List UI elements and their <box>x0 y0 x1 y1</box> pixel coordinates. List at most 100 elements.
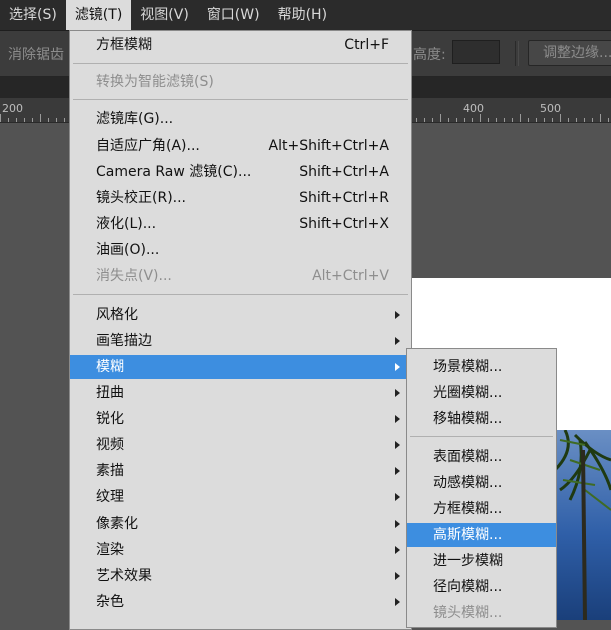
height-input[interactable] <box>452 40 500 64</box>
ruler-tick <box>544 118 545 122</box>
menu-filter[interactable]: 滤镜(T) <box>65 0 132 30</box>
menu-item-label: 模糊 <box>96 359 124 375</box>
menu-help[interactable]: 帮助(H) <box>269 0 336 30</box>
ruler-tick <box>8 118 9 122</box>
menu-item-shortcut: Alt+Shift+Ctrl+A <box>268 138 389 154</box>
submenu-arrow-icon <box>395 546 400 554</box>
ruler-tick <box>64 118 65 122</box>
submenu-arrow-icon <box>395 493 400 501</box>
menu-item-adaptive-wide-angle[interactable]: 自适应广角(A)... Alt+Shift+Ctrl+A <box>70 134 411 158</box>
menu-item-convert-smart-filter[interactable]: 转换为智能滤镜(S) <box>70 70 411 94</box>
menu-item-sketch[interactable]: 素描 <box>70 459 411 483</box>
menu-item-label: 镜头模糊... <box>433 605 503 621</box>
submenu-item-motion-blur[interactable]: 动感模糊... <box>407 471 556 495</box>
ruler-tick <box>584 118 585 122</box>
menu-item-shortcut: Shift+Ctrl+R <box>299 190 389 206</box>
ruler-tick <box>24 118 25 122</box>
submenu-item-tilt-shift[interactable]: 移轴模糊... <box>407 407 556 431</box>
menu-item-label: 移轴模糊... <box>433 411 503 427</box>
ruler-tick <box>480 114 481 122</box>
ruler-tick <box>576 118 577 122</box>
menu-separator <box>410 436 553 437</box>
menu-item-blur[interactable]: 模糊 <box>70 355 411 379</box>
menu-item-label: 素描 <box>96 463 124 479</box>
ruler-tick <box>0 114 1 122</box>
ruler-label: 200 <box>2 102 23 115</box>
menu-item-video[interactable]: 视频 <box>70 433 411 457</box>
submenu-item-field-blur[interactable]: 场景模糊... <box>407 355 556 379</box>
height-label: 高度: <box>413 47 446 63</box>
ruler-label: 500 <box>540 102 561 115</box>
ruler-tick <box>536 118 537 122</box>
submenu-arrow-icon <box>395 520 400 528</box>
menu-item-render[interactable]: 渲染 <box>70 538 411 562</box>
menu-item-camera-raw[interactable]: Camera Raw 滤镜(C)... Shift+Ctrl+A <box>70 160 411 184</box>
menu-item-label: 转换为智能滤镜(S) <box>96 74 214 90</box>
menu-item-noise[interactable]: 杂色 <box>70 590 411 614</box>
menu-item-label: 风格化 <box>96 307 138 323</box>
ruler-tick <box>520 114 521 122</box>
ruler-tick <box>608 118 609 122</box>
submenu-item-blur-more[interactable]: 进一步模糊 <box>407 549 556 573</box>
menu-item-sharpen[interactable]: 锐化 <box>70 407 411 431</box>
menu-item-shortcut: Alt+Ctrl+V <box>312 268 389 284</box>
menu-item-brush-strokes[interactable]: 画笔描边 <box>70 329 411 353</box>
submenu-item-radial-blur[interactable]: 径向模糊... <box>407 575 556 599</box>
menu-item-vanishing-point[interactable]: 消失点(V)... Alt+Ctrl+V <box>70 264 411 288</box>
menu-item-label: 像素化 <box>96 516 138 532</box>
submenu-arrow-icon <box>395 389 400 397</box>
menu-item-liquify[interactable]: 液化(L)... Shift+Ctrl+X <box>70 212 411 236</box>
ruler-tick <box>552 118 553 122</box>
ruler-tick <box>528 118 529 122</box>
ruler-tick <box>488 118 489 122</box>
ruler-tick <box>416 118 417 122</box>
menu-window[interactable]: 窗口(W) <box>198 0 269 30</box>
menu-item-distort[interactable]: 扭曲 <box>70 381 411 405</box>
menu-item-artistic[interactable]: 艺术效果 <box>70 564 411 588</box>
menu-item-stylize[interactable]: 风格化 <box>70 303 411 327</box>
submenu-item-gaussian-blur[interactable]: 高斯模糊... <box>407 523 556 547</box>
options-divider <box>515 41 519 66</box>
menu-item-oil-paint[interactable]: 油画(O)... <box>70 238 411 262</box>
ruler-tick <box>568 118 569 122</box>
refine-edge-button[interactable]: 调整边缘... <box>528 40 611 66</box>
menu-item-last-filter[interactable]: 方框模糊 Ctrl+F <box>70 33 411 57</box>
palm-tree-image <box>555 430 611 620</box>
menu-item-label: 光圈模糊... <box>433 385 503 401</box>
menu-item-label: 高斯模糊... <box>433 527 503 543</box>
menu-item-texture[interactable]: 纹理 <box>70 485 411 509</box>
submenu-arrow-icon <box>395 311 400 319</box>
submenu-item-iris-blur[interactable]: 光圈模糊... <box>407 381 556 405</box>
menu-item-pixelate[interactable]: 像素化 <box>70 512 411 536</box>
submenu-arrow-icon <box>395 467 400 475</box>
submenu-item-lens-blur[interactable]: 镜头模糊... <box>407 601 556 625</box>
menu-item-label: 方框模糊... <box>433 501 503 517</box>
submenu-arrow-icon <box>395 441 400 449</box>
ruler-tick <box>560 114 561 122</box>
submenu-arrow-icon <box>395 415 400 423</box>
ruler-tick <box>600 114 601 122</box>
menu-separator <box>73 294 408 295</box>
submenu-item-box-blur[interactable]: 方框模糊... <box>407 497 556 521</box>
antialias-checkbox-label[interactable]: 消除锯齿 <box>8 44 64 64</box>
submenu-item-surface-blur[interactable]: 表面模糊... <box>407 445 556 469</box>
menu-item-label: 自适应广角(A)... <box>96 138 200 154</box>
ruler-tick <box>16 118 17 122</box>
ruler-tick <box>440 114 441 122</box>
menu-view[interactable]: 视图(V) <box>131 0 198 30</box>
menu-item-lens-correction[interactable]: 镜头校正(R)... Shift+Ctrl+R <box>70 186 411 210</box>
ruler-tick <box>512 118 513 122</box>
menu-item-label: 视频 <box>96 437 124 453</box>
menu-item-label: 镜头校正(R)... <box>96 190 187 206</box>
menu-item-label: 扭曲 <box>96 385 124 401</box>
ruler-tick <box>40 114 41 122</box>
ruler-tick <box>448 118 449 122</box>
menu-item-shortcut: Shift+Ctrl+X <box>299 216 389 232</box>
menu-item-filter-gallery[interactable]: 滤镜库(G)... <box>70 107 411 131</box>
submenu-arrow-icon <box>395 363 400 371</box>
menu-item-label: 杂色 <box>96 594 124 610</box>
ruler-tick <box>48 118 49 122</box>
menu-select[interactable]: 选择(S) <box>0 0 66 30</box>
menu-item-label: 表面模糊... <box>433 449 503 465</box>
menu-item-label: 艺术效果 <box>96 568 152 584</box>
